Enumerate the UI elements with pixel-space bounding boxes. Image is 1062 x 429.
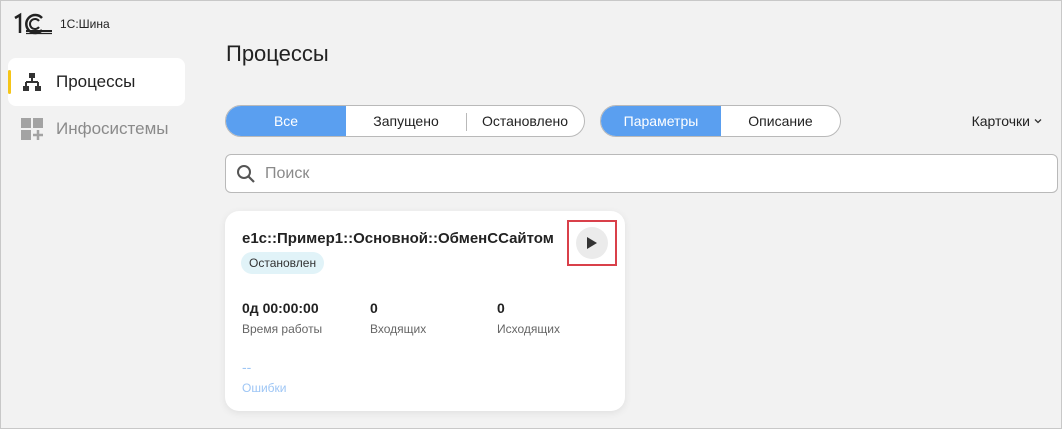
metric-label: Время работы — [242, 322, 323, 336]
metric-uptime: 0д 00:00:00 Время работы — [242, 300, 322, 336]
play-icon — [587, 237, 597, 249]
chevron-down-icon — [1034, 119, 1042, 124]
tab-parameters[interactable]: Параметры — [601, 106, 721, 136]
display-mode-label: Карточки — [971, 113, 1030, 129]
search-icon — [237, 164, 255, 183]
errors-value[interactable]: -- — [242, 359, 251, 375]
active-indicator — [8, 70, 11, 94]
status-filter: Все Запущено Остановлено — [225, 105, 585, 137]
metric-incoming: 0 Входящих — [370, 300, 426, 336]
metric-outgoing: 0 Исходящих — [497, 300, 560, 336]
page-title: Процессы — [226, 41, 329, 66]
metric-value: 0 — [370, 300, 378, 316]
metric-label: Исходящих — [497, 322, 560, 336]
logo-1c-icon — [14, 12, 52, 35]
search-box — [225, 154, 1058, 193]
grid-add-icon — [21, 118, 43, 140]
start-process-button[interactable] — [576, 227, 608, 259]
app-name: 1С:Шина — [60, 17, 110, 31]
tab-description[interactable]: Описание — [721, 106, 840, 136]
status-badge: Остановлен — [241, 252, 325, 274]
filter-stopped-button[interactable]: Остановлено — [466, 106, 584, 136]
metric-value: 0д 00:00:00 — [242, 300, 319, 316]
sidebar-item-label: Инфосистемы — [56, 119, 169, 138]
highlight-frame — [567, 220, 617, 266]
sidebar-item-label: Процессы — [56, 72, 136, 91]
app-logo: 1С:Шина — [12, 12, 110, 36]
hierarchy-icon — [23, 73, 41, 91]
filter-all-button[interactable]: Все — [226, 106, 346, 136]
process-card[interactable]: e1c::Пример1::Основной::ОбменССайтом Ост… — [225, 211, 625, 411]
metric-value: 0 — [497, 300, 505, 316]
sidebar-item-infosystems[interactable]: Инфосистемы — [8, 105, 185, 153]
process-title: e1c::Пример1::Основной::ОбменССайтом — [242, 230, 554, 247]
metric-label: Входящих — [370, 322, 427, 336]
segment-divider — [466, 113, 467, 131]
search-input[interactable] — [265, 164, 1025, 183]
filter-stopped-label: Остановлено — [481, 113, 569, 129]
sidebar-item-processes[interactable]: Процессы — [8, 58, 185, 106]
display-mode-dropdown[interactable]: Карточки — [972, 113, 1043, 129]
view-toggle: Параметры Описание — [600, 105, 841, 137]
filter-running-button[interactable]: Запущено — [346, 106, 466, 136]
errors-label[interactable]: Ошибки — [242, 381, 287, 395]
